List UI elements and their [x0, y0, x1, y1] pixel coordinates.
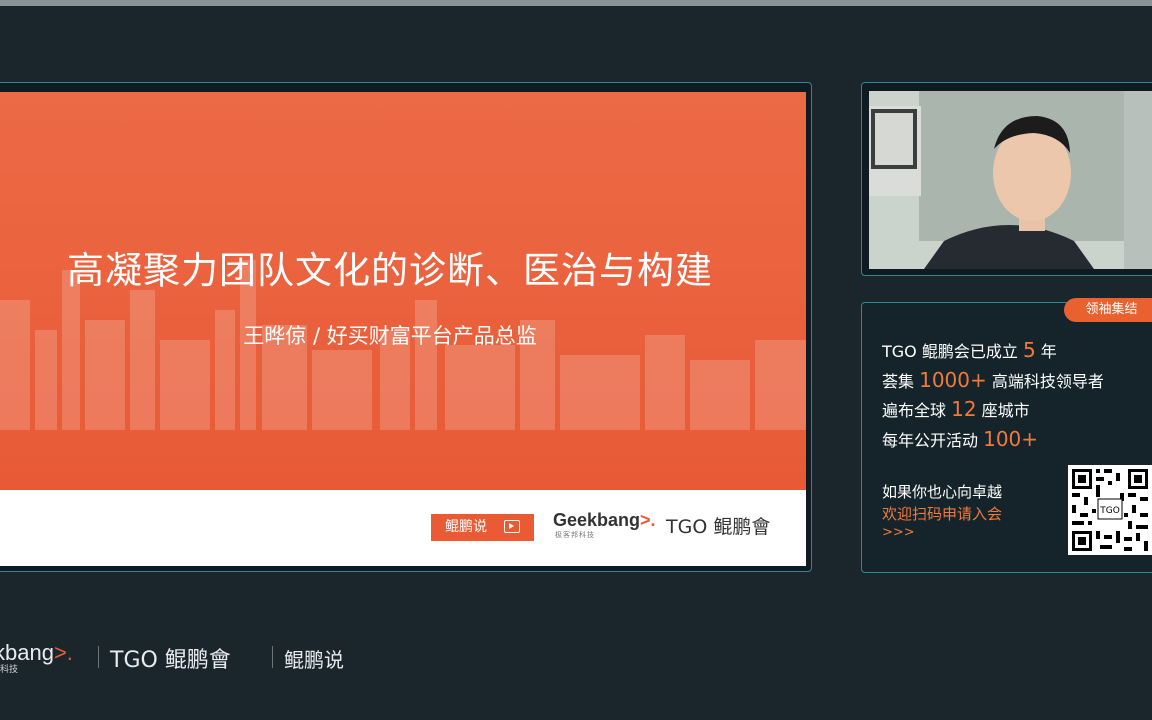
info-line-number: 12	[951, 397, 977, 421]
slide-subtitle: 王晔倞 / 好买财富平台产品总监	[243, 324, 537, 348]
cta-line-1: 如果你也心向卓越	[882, 483, 1003, 501]
slide-hero: 高凝聚力团队文化的诊断、医治与构建 王晔倞 / 好买财富平台产品总监	[0, 92, 806, 490]
info-line-number: 1000+	[919, 368, 987, 392]
cta-arrows: >>>	[882, 525, 915, 540]
qr-code-icon[interactable]: TGO	[1068, 465, 1152, 555]
info-line-cities: 遍布全球 12 座城市	[882, 397, 1030, 421]
info-line-text: 高端科技领导者	[986, 372, 1104, 391]
bottom-geekbang-subtitle: 科技	[0, 665, 19, 675]
info-line-leaders: 荟集 1000+ 高端科技领导者	[882, 368, 1104, 392]
window-top-bar	[0, 0, 1152, 6]
info-line-number: 5	[1022, 338, 1036, 362]
logo-divider	[272, 646, 273, 668]
kunpeng-shuo-badge: 鲲鹏说	[431, 514, 534, 541]
info-line-founded: TGO 鲲鹏会已成立 5 年	[882, 338, 1057, 362]
info-line-text: 每年公开活动	[882, 431, 984, 450]
geekbang-logo-text: Geekbang	[553, 510, 641, 530]
tv-icon	[504, 520, 520, 533]
speaker-video-image	[869, 91, 1152, 269]
info-line-text: 座城市	[976, 401, 1030, 420]
geekbang-logo-subtitle: 极客邦科技	[555, 531, 595, 539]
bottom-tgo-logo: TGO 鲲鹏會	[110, 648, 231, 673]
info-line-events: 每年公开活动 100+	[882, 427, 1038, 451]
logo-divider	[98, 646, 99, 668]
qr-center-label: TGO	[1099, 506, 1120, 516]
info-line-text: 年	[1035, 342, 1057, 361]
qr-code-graphic: TGO	[1068, 465, 1152, 555]
kunpeng-shuo-label: 鲲鹏说	[445, 519, 487, 535]
info-line-number: 100+	[983, 427, 1039, 451]
slide-title: 高凝聚力团队文化的诊断、医治与构建	[67, 249, 713, 292]
info-line-text: 遍布全球	[882, 401, 952, 420]
info-line-text: 荟集	[882, 372, 920, 391]
geekbang-logo: Geekbang>.	[553, 510, 656, 531]
tgo-logo: TGO 鲲鹏會	[666, 516, 771, 538]
slide-footer: 鲲鹏说 Geekbang>. 极客邦科技 TGO 鲲鹏會	[0, 490, 806, 566]
info-tag: 领袖集结	[1064, 298, 1152, 322]
info-line-text: TGO 鲲鹏会已成立	[882, 342, 1023, 361]
bottom-geekbang-logo-arrow: >.	[53, 640, 73, 665]
speaker-video	[869, 91, 1152, 269]
presentation-slide: 高凝聚力团队文化的诊断、医治与构建 王晔倞 / 好买财富平台产品总监 鲲鹏说 G…	[0, 92, 806, 566]
geekbang-logo-arrow: >.	[640, 510, 656, 530]
bottom-kunpeng-shuo-logo: 鲲鹏说	[284, 648, 344, 672]
cta-line-2: 欢迎扫码申请入会	[882, 505, 1003, 523]
